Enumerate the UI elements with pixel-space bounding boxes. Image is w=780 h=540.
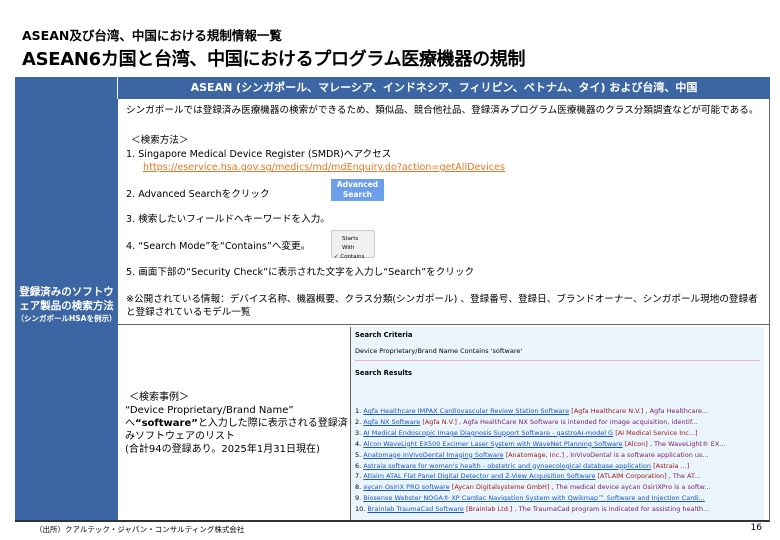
search-criteria-heading: Search Criteria <box>355 331 413 339</box>
result-company: [ATLAIM Corporation] <box>597 472 667 481</box>
result-item: 10. Brainlab TraumaCad Software [Brainla… <box>355 504 726 515</box>
result-number: 3. <box>355 428 362 437</box>
result-number: 7. <box>355 472 362 481</box>
result-company: [Agfa N.V.] <box>422 417 457 426</box>
result-link[interactable]: Atlaim ATAL Flat Panel Digital Detector … <box>363 472 595 480</box>
row-label-cell: 登録済みのソフトウェア製品の検索方法 （シンガポールHSAを例示） <box>15 99 118 522</box>
result-company: [Astraia ...] <box>653 461 690 470</box>
result-desc: , Agfa HealthCare NX Software is intende… <box>458 417 698 426</box>
step-4: 4. “Search Mode”を“Contains”へ変更。 <box>126 241 311 252</box>
page-number: 16 <box>750 523 762 533</box>
result-number: 5. <box>355 450 362 459</box>
result-item: 5. Anatomage InVivoDental Imaging Softwa… <box>355 450 726 461</box>
result-item: 4. Alcon WaveLight EX500 Excimer Laser S… <box>355 439 726 450</box>
table-header: ASEAN (シンガポール、マレーシア、インドネシア、フィリピン、ベトナム、タイ… <box>15 77 770 99</box>
step-2: 2. Advanced Searchをクリック <box>126 189 270 200</box>
result-link[interactable]: Brainlab TraumaCad Software <box>367 505 464 513</box>
result-item: 7. Atlaim ATAL Flat Panel Digital Detect… <box>355 471 726 482</box>
source-note: （出所）クアルテック・ジャパン・コンサルティング株式会社 <box>35 525 245 534</box>
example-cell: ＜検索事例＞ “Device Proprietary/Brand Name” へ… <box>118 325 770 522</box>
result-number: 9. <box>355 494 362 503</box>
result-link[interactable]: Astraia software for women's health - ob… <box>363 462 651 470</box>
search-results-screenshot: Search Criteria Device Proprietary/Brand… <box>350 327 764 520</box>
result-company: [Anatomage, Inc.] <box>505 450 564 459</box>
page-subtitle: ASEAN及び台湾、中国における規制情報一覧 <box>22 28 282 43</box>
result-desc: , InVivoDental is a software application… <box>566 450 709 459</box>
result-link[interactable]: Anatomage InVivoDental Imaging Software <box>363 451 503 459</box>
result-item: 6. Astraia software for women's health -… <box>355 461 726 472</box>
results-list: 1. Agfa Healthcare IMPAX Cardiovascular … <box>355 406 726 515</box>
result-item: 9. Biosense Webster NOGA® XP Cardiac Nav… <box>355 493 726 504</box>
result-desc: , The WaveLight® EX... <box>649 439 726 448</box>
result-number: 8. <box>355 483 362 492</box>
example-text: ＜検索事例＞ “Device Proprietary/Brand Name” へ… <box>125 392 348 455</box>
result-link[interactable]: Agfa NX Software <box>363 418 420 426</box>
result-link[interactable]: AI Medical Endoscopic Image Diagnosis Su… <box>363 429 613 437</box>
result-desc: , The medical device aycan OsiriXPro is … <box>551 483 711 492</box>
result-item: 3. AI Medical Endoscopic Image Diagnosis… <box>355 428 726 439</box>
method-heading: ＜検索方法＞ <box>131 135 189 146</box>
public-info-note: ※公開されている情報：デバイス名称、機器概要、クラス分類(シンガポール) 、登録… <box>126 294 758 318</box>
result-link[interactable]: Biosense Webster NOGA® XP Cardiac Naviga… <box>363 494 705 502</box>
result-company: [AI Medical Service Inc...] <box>615 428 698 437</box>
column-header: ASEAN (シンガポール、マレーシア、インドネシア、フィリピン、ベトナム、タイ… <box>190 81 698 94</box>
result-desc: , The TraumaCad program is indicated for… <box>514 505 710 514</box>
result-item: 8. aycan OsiriX PRO software [Aycan Digi… <box>355 482 726 493</box>
search-mode-image: Starts With ✓ Contains <box>331 230 375 260</box>
step-3: 3. 検索したいフィールドへキーワードを入力。 <box>126 214 330 225</box>
step-5: 5. 画面下部の“Security Check”に表示された文字を入力し“Sea… <box>126 267 475 278</box>
result-link[interactable]: Alcon WaveLight EX500 Excimer Laser Syst… <box>363 440 622 448</box>
result-company: [Brainlab Ltd.] <box>466 505 513 514</box>
page-title: ASEAN6カ国と台湾、中国におけるプログラム医療機器の規制 <box>22 49 526 70</box>
result-desc: , Agfa Healthcare... <box>645 407 709 415</box>
step-1: 1. Singapore Medical Device Register (SM… <box>126 149 392 160</box>
result-number: 6. <box>355 461 362 470</box>
result-item: 2. Agfa NX Software [Agfa N.V.] , Agfa H… <box>355 417 726 428</box>
result-company: [Agfa Healthcare N.V.] <box>571 407 644 415</box>
advanced-search-button-image: Advanced Search <box>331 179 384 201</box>
smdr-link[interactable]: https://eservice.hsa.gov.sg/medics/md/md… <box>143 161 505 174</box>
intro-text: シンガポールでは登録済み医療機器の検索ができるため、類似品、競合他社品、登録済み… <box>126 105 759 116</box>
result-number: 1. <box>355 407 362 415</box>
result-number: 10. <box>355 505 366 514</box>
search-results-heading: Search Results <box>355 369 413 377</box>
result-company: [Alcon] <box>624 439 648 448</box>
header-blank-cell <box>15 77 118 99</box>
result-number: 2. <box>355 417 362 426</box>
row-label-note: （シンガポールHSAを例示） <box>16 314 117 323</box>
result-link[interactable]: aycan OsiriX PRO software <box>363 483 449 491</box>
method-cell: シンガポールでは登録済み医療機器の検索ができるため、類似品、競合他社品、登録済み… <box>118 99 770 325</box>
result-link[interactable]: Agfa Healthcare IMPAX Cardiovascular Rev… <box>363 407 569 415</box>
result-number: 4. <box>355 439 362 448</box>
row-label: 登録済みのソフトウェア製品の検索方法 <box>19 286 114 312</box>
search-criteria: Device Proprietary/Brand Name Contains '… <box>355 347 523 355</box>
result-desc: , The AT... <box>668 472 701 481</box>
result-item: 1. Agfa Healthcare IMPAX Cardiovascular … <box>355 406 726 417</box>
result-company: [Aycan Digitalsysteme GmbH] <box>451 483 550 492</box>
